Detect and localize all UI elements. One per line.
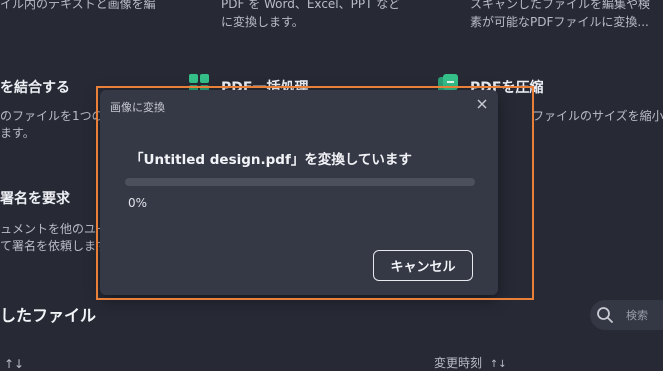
feature-desc: に変換します。 bbox=[221, 15, 304, 29]
feature-desc: ュメントを他のユー bbox=[0, 222, 109, 236]
search-input[interactable]: 検索 bbox=[590, 300, 663, 330]
search-icon bbox=[597, 307, 613, 323]
feature-title-merge[interactable]: を結合する bbox=[0, 77, 70, 97]
highlight-frame bbox=[96, 86, 534, 300]
column-header-modified[interactable]: 変更時刻 ↑↓ bbox=[434, 354, 507, 371]
feature-desc: スキャンしたファイルを編集や検 bbox=[470, 0, 651, 11]
feature-desc: イル内のテキストと画像を編 bbox=[0, 0, 156, 11]
feature-desc: ます。 bbox=[0, 126, 35, 140]
sort-icon[interactable]: ↑↓ bbox=[4, 357, 24, 371]
feature-title-signature[interactable]: 署名を要求 bbox=[0, 188, 70, 208]
search-placeholder: 検索 bbox=[626, 309, 648, 322]
feature-desc: て署名を依頼します bbox=[0, 239, 109, 253]
feature-desc: PDF を Word、Excel、PPT など bbox=[221, 0, 401, 11]
feature-desc: のファイルを1つの bbox=[0, 109, 104, 123]
recent-files-title: したファイル bbox=[0, 306, 97, 325]
feature-desc: ファイルのサイズを縮小しま bbox=[532, 109, 663, 123]
sort-icon: ↑↓ bbox=[489, 359, 507, 370]
feature-desc: 素が可能なPDFファイルに変換... bbox=[470, 15, 649, 29]
